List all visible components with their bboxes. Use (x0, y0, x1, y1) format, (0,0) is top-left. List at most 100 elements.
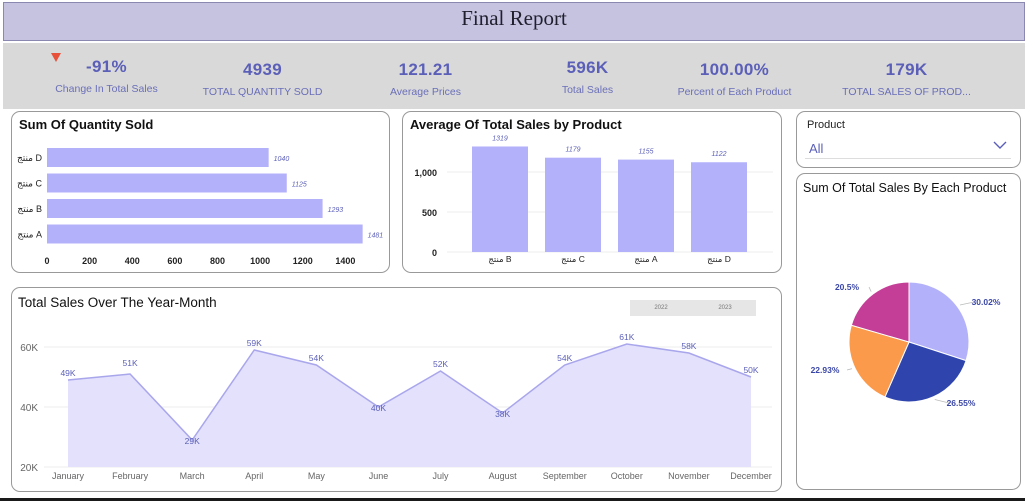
category-label: منتج D (707, 254, 731, 264)
data-label: 49K (60, 368, 75, 378)
category-label: May (308, 471, 326, 481)
kpi-label: Average Prices (389, 86, 461, 98)
tick-label: 0 (432, 248, 437, 258)
category-label: منتج C (17, 179, 43, 189)
category-label: June (369, 471, 389, 481)
kpi-total-quantity[interactable]: 4939 TOTAL QUANTITY SOLD (195, 60, 330, 98)
quantity-sold-chart: منتج D 1040 منتج C 1125 منتج B 1293 منتج A 1481… (17, 148, 384, 266)
tick-label: 20K (20, 463, 38, 474)
sales-by-product-card[interactable]: Sum Of Total Sales By Each Product 30.02… (796, 173, 1021, 490)
leader-line (868, 286, 872, 292)
kpi-value: -91% (86, 57, 127, 76)
category-label: منتج B (17, 204, 42, 214)
sales-by-product-chart: 30.02% 26.55% 22.93% 20.5% (811, 281, 1001, 408)
kpi-bar: -91% Change In Total Sales 4939 TOTAL QU… (3, 43, 1025, 109)
leader-line (846, 368, 853, 371)
report-header: Final Report (3, 2, 1025, 41)
data-label: 1040 (274, 156, 290, 163)
category-label: November (668, 471, 710, 481)
kpi-value: 596K (566, 58, 609, 77)
kpi-value: 4939 (242, 60, 283, 79)
data-label: 59K (247, 338, 262, 348)
report-canvas: Final Report -91% Change In Total Sales … (0, 0, 1025, 498)
product-slicer[interactable]: Product All (796, 111, 1021, 168)
avg-sales-chart: 0 500 1,000 1319 منتج B 1179 منتج C 1155 منتج A 1… (414, 135, 773, 264)
data-label: 1319 (492, 135, 508, 142)
data-label: 1293 (328, 207, 344, 214)
category-label: February (112, 471, 149, 481)
category-label: منتج A (17, 230, 42, 240)
tick-label: 0 (44, 256, 49, 266)
kpi-total-sales-of-product[interactable]: 179K TOTAL SALES OF PROD... (839, 60, 974, 98)
kpi-label: Percent of Each Product (677, 86, 792, 98)
tick-label: 200 (82, 256, 97, 266)
data-label: 58K (681, 341, 696, 351)
data-label: 52K (433, 359, 448, 369)
data-label: 1481 (368, 233, 384, 240)
kpi-label: Total Sales (561, 84, 614, 96)
kpi-value: 100.00% (699, 60, 770, 79)
bar (47, 224, 363, 244)
data-label: 1122 (711, 151, 726, 158)
category-label: August (489, 471, 518, 481)
data-label: 20.5% (835, 282, 860, 292)
kpi-average-prices[interactable]: 121.21 Average Prices (358, 60, 493, 98)
chevron-down-icon (993, 141, 1007, 149)
tick-label: 60K (20, 343, 38, 354)
data-label: 1125 (292, 182, 307, 189)
kpi-change-total-sales[interactable]: -91% Change In Total Sales (39, 57, 174, 95)
data-label: 29K (185, 436, 200, 446)
data-label: 1179 (565, 147, 580, 154)
data-label: 40K (371, 403, 386, 413)
kpi-label: TOTAL QUANTITY SOLD (202, 86, 323, 98)
kpi-label: Change In Total Sales (55, 83, 158, 95)
data-label: 38K (495, 409, 510, 419)
category-label: October (611, 471, 643, 481)
sales-over-time-card[interactable]: Total Sales Over The Year-Month 2022 202… (11, 287, 782, 492)
slicer-value: All (809, 141, 824, 156)
category-label: January (52, 471, 85, 481)
bar (545, 157, 601, 252)
category-label: March (180, 471, 205, 481)
bar (618, 159, 674, 252)
avg-sales-card[interactable]: Average Of Total Sales by Product 0 500 1,… (402, 111, 782, 273)
kpi-total-sales[interactable]: 596K Total Sales (520, 58, 655, 96)
tick-label: 1400 (335, 256, 355, 266)
bar (47, 173, 287, 193)
slicer-label: Product (807, 119, 845, 131)
kpi-value: 179K (885, 60, 928, 79)
data-label: 61K (619, 332, 634, 342)
kpi-percent-each-product[interactable]: 100.00% Percent of Each Product (667, 60, 802, 98)
category-label: منتج A (634, 254, 658, 264)
data-label: 30.02% (972, 297, 1001, 307)
sales-over-time-chart: 20K 40K 60K 49K 51K 29K 59K 54K 40K 52K 38K 54K 61K 5… (20, 332, 772, 481)
category-label: April (245, 471, 263, 481)
category-label: July (433, 471, 450, 481)
area-fill (68, 344, 751, 467)
data-label: 54K (557, 353, 572, 363)
bar (47, 148, 269, 167)
category-label: منتج C (561, 254, 585, 264)
category-label: September (543, 471, 587, 481)
product-dropdown[interactable]: All (805, 135, 1011, 159)
quantity-sold-card[interactable]: Sum Of Quantity Sold منتج D 1040 منتج C 112… (11, 111, 390, 273)
category-label: December (730, 471, 772, 481)
category-label: منتج B (488, 254, 512, 264)
tick-label: 1,000 (414, 168, 437, 178)
data-label: 26.55% (947, 398, 976, 408)
page-title: Final Report (461, 6, 567, 30)
kpi-label: TOTAL SALES OF PROD... (842, 86, 971, 98)
tick-label: 1200 (293, 256, 313, 266)
kpi-value: 121.21 (398, 60, 453, 79)
tick-label: 600 (167, 256, 182, 266)
data-label: 22.93% (811, 365, 840, 375)
tick-label: 40K (20, 403, 38, 414)
data-label: 54K (309, 353, 324, 363)
data-label: 1155 (638, 149, 653, 156)
bar (691, 162, 747, 252)
category-label: منتج D (17, 153, 43, 163)
bar (472, 146, 528, 252)
data-label: 51K (123, 358, 138, 368)
tick-label: 500 (422, 208, 437, 218)
tick-label: 1000 (250, 256, 270, 266)
